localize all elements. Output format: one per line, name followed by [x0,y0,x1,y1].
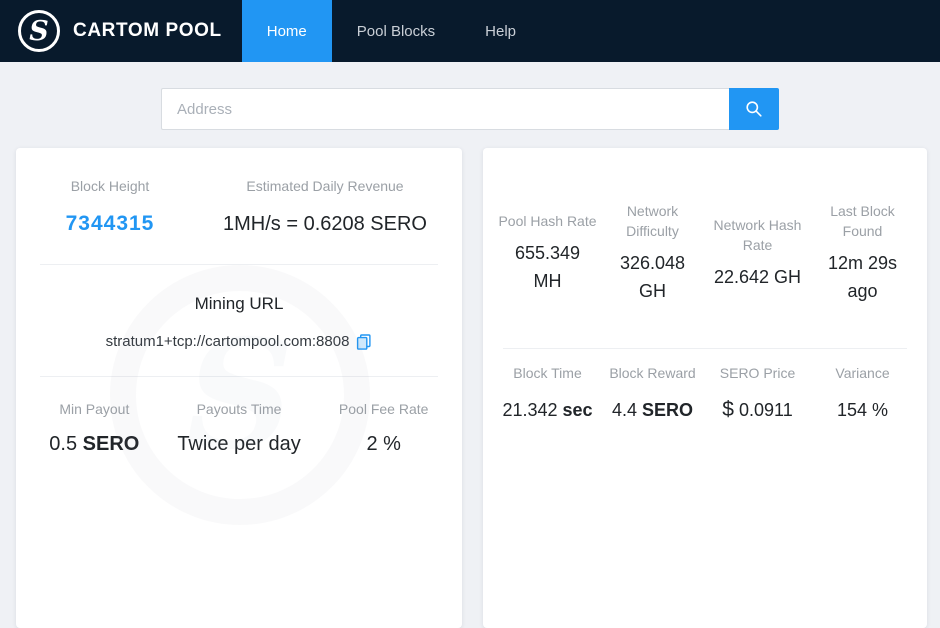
brand: S CARTOM POOL [0,0,222,62]
payouts-time-value: Twice per day [167,431,312,457]
network-stats-row-1: Pool Hash Rate 655.349 MH Network Diffic… [483,148,927,348]
sero-price-label: SERO Price [707,363,808,383]
variance-value: 154 % [812,397,913,423]
block-reward-unit: SERO [642,400,693,420]
pool-hash-rate-value: 655.349 MH [497,239,598,295]
navbar: S CARTOM POOL Home Pool Blocks Help [0,0,940,62]
cards-row: Block Height 7344315 Estimated Daily Rev… [0,130,940,628]
daily-revenue-cell: Estimated Daily Revenue 1MH/s = 0.6208 S… [196,176,454,238]
pool-hash-rate-label: Pool Hash Rate [497,211,598,231]
block-height-revenue-row: Block Height 7344315 Estimated Daily Rev… [16,148,462,264]
block-reward-cell: Block Reward 4.4 SERO [600,363,705,423]
block-height-label: Block Height [24,176,196,196]
network-difficulty-cell: Network Difficulty 326.048 GH [600,201,705,305]
block-time-label: Block Time [497,363,598,383]
copy-icon[interactable] [356,334,372,350]
nav-item-pool-blocks[interactable]: Pool Blocks [332,0,460,62]
variance-label: Variance [812,363,913,383]
network-difficulty-unit: GH [602,277,703,305]
sero-price-value: $ 0.0911 [707,397,808,423]
network-difficulty-value: 326.048 GH [602,249,703,305]
brand-name: CARTOM POOL [73,20,222,42]
nav-menu: Home Pool Blocks Help [242,0,541,62]
block-reward-label: Block Reward [602,363,703,383]
pool-fee-rate-value: 2 % [311,431,456,457]
payouts-time-label: Payouts Time [167,399,312,419]
min-payout-value: 0.5 SERO [22,431,167,457]
block-time-unit: sec [563,400,593,420]
daily-revenue-label: Estimated Daily Revenue [196,176,454,196]
block-time-value: 21.342 sec [497,397,598,423]
network-difficulty-label: Network Difficulty [602,201,703,241]
network-hash-rate-label: Network Hash Rate [707,215,808,255]
mining-url-section: Mining URL stratum1+tcp://cartompool.com… [16,265,462,376]
network-hash-rate-value: 22.642 GH [707,263,808,291]
pool-fee-rate-label: Pool Fee Rate [311,399,456,419]
min-payout-cell: Min Payout 0.5 SERO [22,399,167,457]
last-block-found-label: Last Block Found [812,201,913,241]
block-time-cell: Block Time 21.342 sec [495,363,600,423]
search-box [161,88,779,130]
network-stats-row-2: Block Time 21.342 sec Block Reward 4.4 S… [483,349,927,423]
search-section [0,62,940,130]
block-height-cell: Block Height 7344315 [24,176,196,238]
mining-url-title: Mining URL [16,293,462,315]
last-block-found-value: 12m 29s ago [812,249,913,305]
address-search-input[interactable] [161,88,729,130]
pool-info-card: Block Height 7344315 Estimated Daily Rev… [16,148,462,628]
last-block-found-cell: Last Block Found 12m 29s ago [810,201,915,305]
daily-revenue-value: 1MH/s = 0.6208 SERO [196,210,454,238]
mining-url-value: stratum1+tcp://cartompool.com:8808 [106,331,350,352]
sero-logo-icon: S [18,10,60,52]
nav-item-help[interactable]: Help [460,0,541,62]
min-payout-label: Min Payout [22,399,167,419]
pool-fee-rate-cell: Pool Fee Rate 2 % [311,399,456,457]
network-hash-rate-cell: Network Hash Rate 22.642 GH [705,215,810,291]
dollar-sign: $ [722,398,734,421]
search-icon [745,100,763,118]
min-payout-unit: SERO [83,433,140,455]
payout-info-row: Min Payout 0.5 SERO Payouts Time Twice p… [16,377,462,479]
nav-item-home[interactable]: Home [242,0,332,62]
search-button[interactable] [729,88,779,130]
sero-price-cell: SERO Price $ 0.0911 [705,363,810,423]
mining-url-line: stratum1+tcp://cartompool.com:8808 [16,331,462,352]
pool-hash-rate-cell: Pool Hash Rate 655.349 MH [495,211,600,295]
last-block-found-unit: ago [812,277,913,305]
network-stats-card: Pool Hash Rate 655.349 MH Network Diffic… [483,148,927,628]
block-height-value: 7344315 [24,210,196,238]
pool-hash-rate-unit: MH [497,267,598,295]
block-reward-value: 4.4 SERO [602,397,703,423]
payouts-time-cell: Payouts Time Twice per day [167,399,312,457]
variance-cell: Variance 154 % [810,363,915,423]
